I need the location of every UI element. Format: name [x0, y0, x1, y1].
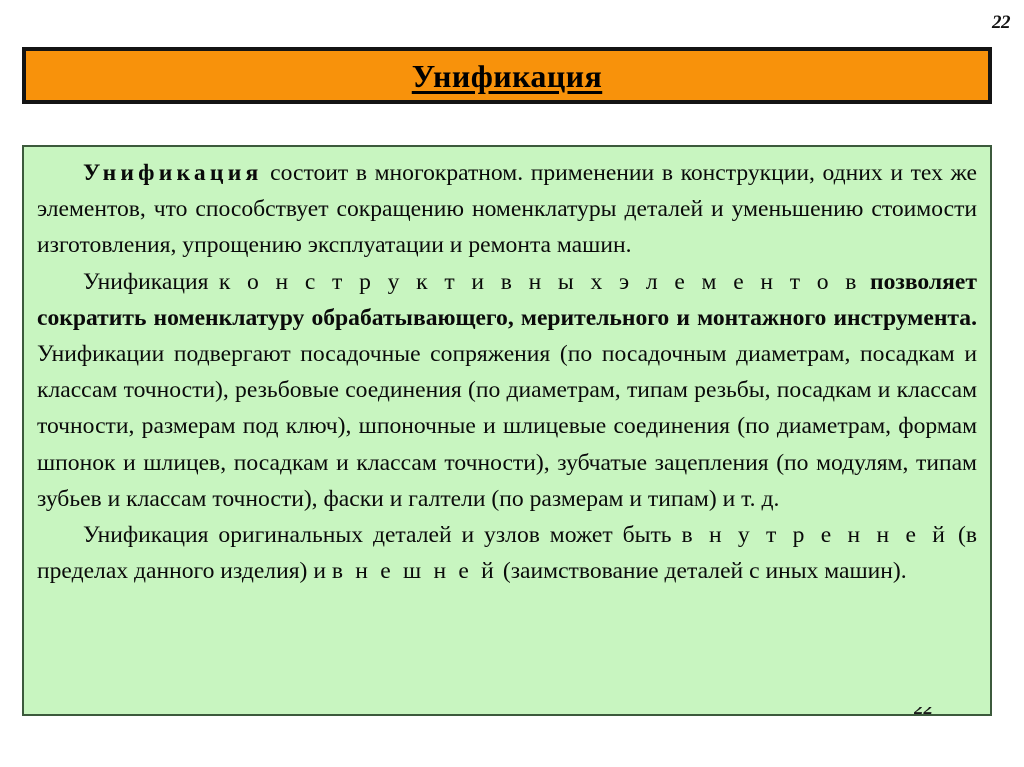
page-number-bottom-text: 22	[914, 707, 933, 719]
title-banner: Унификация	[22, 47, 992, 104]
run-spaced-external: в н е ш н е й	[331, 558, 497, 585]
paragraph-2: Унификация к о н с т р у к т и в н ы х э…	[37, 264, 977, 517]
paragraph-1: Унификация состоит в многократном. приме…	[37, 155, 977, 264]
run-lead: Унификация	[83, 268, 219, 295]
page-number-bottom: 22	[914, 707, 954, 731]
paragraph-3: Унификация оригинальных деталей и узлов …	[37, 517, 977, 589]
run-tail: (заимствование деталей с иных машин).	[496, 558, 907, 585]
run-spaced-constructive-elements: к о н с т р у к т и в н ы х э л е м е н …	[218, 268, 860, 295]
content-panel: Унификация состоит в многократном. приме…	[22, 145, 992, 716]
run-gap	[860, 269, 870, 295]
page-number-top: 22	[992, 12, 1011, 33]
run-lead-term: Унификация	[83, 160, 263, 186]
page-title: Унификация	[411, 57, 603, 94]
run-tail: Унификации подвергают посадочные сопряже…	[37, 341, 977, 512]
run-spaced-internal: в н у т р е н н е й	[681, 522, 949, 549]
slide-canvas: 22 Унификация Унификация состоит в много…	[0, 0, 1024, 767]
run-lead: Унификация оригинальных деталей и узлов …	[83, 522, 682, 549]
